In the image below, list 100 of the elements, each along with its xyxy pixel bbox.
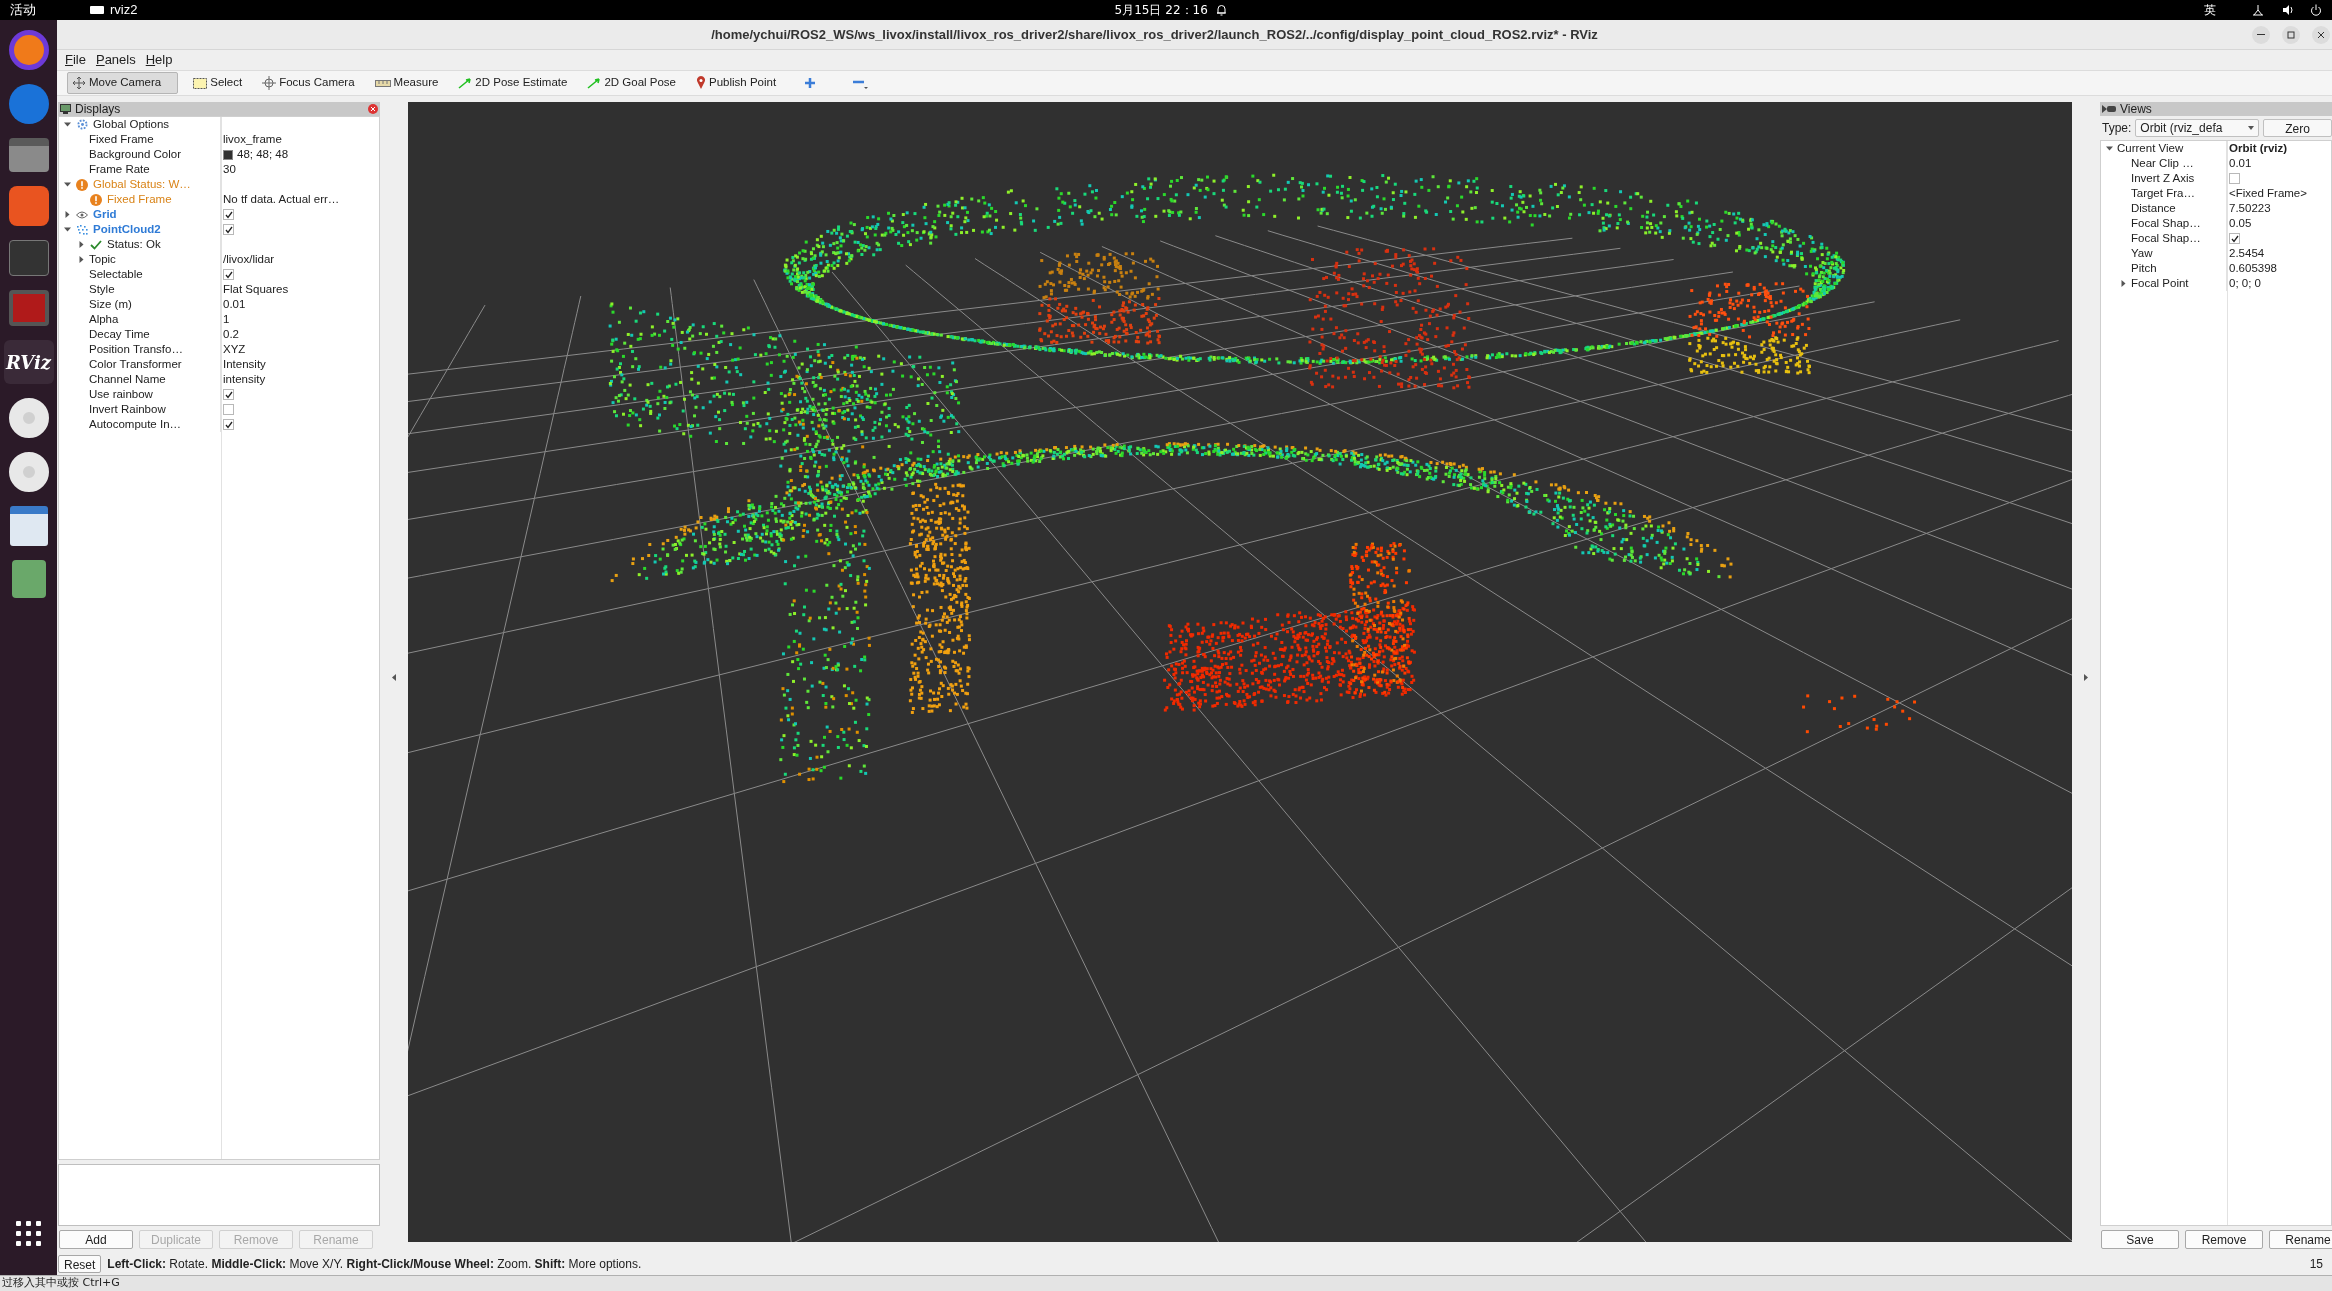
crosshair-icon bbox=[262, 76, 277, 90]
warning-icon bbox=[76, 178, 88, 191]
property-value: Orbit (rviz) bbox=[2229, 140, 2288, 156]
property-value: 0.01 bbox=[2229, 155, 2252, 171]
collapsed-caret-icon[interactable] bbox=[2119, 280, 2127, 287]
network-icon[interactable] bbox=[2252, 4, 2264, 16]
speaker-icon[interactable] bbox=[2282, 4, 2294, 16]
terminal-icon[interactable] bbox=[8, 240, 49, 276]
app-menu[interactable]: rviz2 bbox=[90, 0, 138, 20]
menu-item[interactable]: Help bbox=[145, 50, 173, 70]
collapse-right-icon[interactable] bbox=[2084, 674, 2088, 681]
checkmark-icon bbox=[90, 239, 102, 250]
panel-button[interactable]: Save bbox=[2101, 1230, 2179, 1249]
minimize-icon bbox=[2257, 33, 2265, 36]
selection-rectangle-icon bbox=[193, 77, 208, 89]
maximize-button[interactable] bbox=[2282, 25, 2300, 44]
toolbar-button[interactable]: 2D Pose Estimate bbox=[453, 72, 573, 94]
toolbar-button[interactable]: Focus Camera bbox=[257, 72, 360, 94]
checkbox[interactable] bbox=[2229, 173, 2240, 184]
property-value: livox_frame bbox=[223, 131, 282, 147]
panel-button[interactable]: Rename bbox=[2269, 1230, 2332, 1249]
move-arrows-icon bbox=[72, 76, 86, 90]
fps-readout: 15 bbox=[2309, 1256, 2324, 1273]
document-icon[interactable] bbox=[9, 506, 48, 546]
camera-icon bbox=[2102, 105, 2116, 113]
checkbox[interactable] bbox=[223, 209, 234, 220]
close-icon[interactable] bbox=[368, 104, 378, 114]
ruler-icon bbox=[374, 79, 391, 87]
toolbar-button[interactable]: 2D Goal Pose bbox=[582, 72, 681, 94]
checkbox[interactable] bbox=[223, 419, 234, 430]
app-icon bbox=[90, 6, 104, 14]
panel-button[interactable]: Add bbox=[59, 1230, 133, 1249]
view-type-dropdown[interactable]: Orbit (rviz_defa bbox=[2135, 119, 2260, 137]
type-label: Type: bbox=[2102, 120, 2132, 137]
property-value: 1 bbox=[223, 311, 230, 327]
reset-button[interactable]: Reset bbox=[58, 1255, 102, 1273]
menu-item[interactable]: File bbox=[65, 50, 86, 70]
property-value: 0; 0; 0 bbox=[2229, 275, 2261, 291]
bell-icon bbox=[1215, 4, 1227, 16]
checkbox[interactable] bbox=[223, 224, 234, 235]
close-button[interactable] bbox=[2312, 25, 2330, 44]
toolbar-button[interactable]: Select bbox=[188, 72, 248, 94]
toolbar-button[interactable]: Publish Point bbox=[691, 72, 782, 94]
close-icon bbox=[2317, 30, 2325, 39]
checkbox[interactable] bbox=[223, 404, 234, 415]
checkbox[interactable] bbox=[223, 269, 234, 280]
browser-icon[interactable] bbox=[8, 30, 49, 70]
mail-icon[interactable] bbox=[8, 84, 49, 124]
property-value: intensity bbox=[223, 371, 266, 387]
expanded-caret-icon[interactable] bbox=[63, 181, 71, 188]
expanded-caret-icon[interactable] bbox=[63, 121, 71, 128]
3d-viewport[interactable] bbox=[408, 102, 2072, 1242]
property-value: 7.50223 bbox=[2229, 200, 2271, 216]
collapsed-caret-icon[interactable] bbox=[77, 241, 85, 248]
plus-icon bbox=[804, 77, 817, 89]
app-grid-icon[interactable] bbox=[15, 1221, 42, 1247]
minimize-button[interactable] bbox=[2252, 25, 2270, 44]
property-value: Flat Squares bbox=[223, 281, 289, 297]
property-value: 0.605398 bbox=[2229, 260, 2277, 276]
activities-button[interactable]: 活动 bbox=[10, 0, 90, 20]
gear-icon bbox=[76, 119, 88, 130]
expanded-caret-icon[interactable] bbox=[63, 226, 71, 233]
property-value: XYZ bbox=[223, 341, 246, 357]
toolbar-button[interactable]: Measure bbox=[369, 72, 444, 94]
pose-arrow-icon bbox=[587, 77, 602, 89]
property-value: 0.01 bbox=[223, 296, 246, 312]
property-value: Intensity bbox=[223, 356, 266, 372]
warning-icon bbox=[90, 193, 102, 206]
clock[interactable]: 5月15日 22：16 bbox=[1114, 1, 1208, 19]
property-value: No tf data. Actual err… bbox=[223, 191, 340, 207]
input-method-indicator[interactable]: 英 bbox=[2204, 1, 2216, 19]
property-value: 0.05 bbox=[2229, 215, 2252, 231]
pose-arrow-icon bbox=[458, 77, 473, 89]
checkbox[interactable] bbox=[223, 389, 234, 400]
property-value: 0.2 bbox=[223, 326, 239, 342]
property-value: <Fixed Frame> bbox=[2229, 185, 2307, 201]
toolbar-button[interactable]: Move Camera bbox=[67, 72, 179, 94]
maximize-icon bbox=[2287, 30, 2295, 39]
property-value: 2.5454 bbox=[2229, 245, 2265, 261]
caret-icon bbox=[2248, 126, 2255, 130]
checkbox[interactable] bbox=[2229, 233, 2240, 244]
window-title: /home/ychui/ROS2_WS/ws_livox/install/livox_ros_driver2/share/livox_ros_driver2/launch_ROS2/../config/display_point_cloud_ROS2.rviz* - RViz bbox=[711, 25, 1598, 44]
mouse-hint: Left-Click: Rotate. Middle-Click: Move X/Y. Right-Click/Mouse Wheel: Zoom. Shift: More options. bbox=[107, 1256, 642, 1273]
folder-icon[interactable] bbox=[8, 138, 49, 172]
property-value: 30 bbox=[223, 161, 236, 177]
collapsed-caret-icon[interactable] bbox=[77, 256, 85, 263]
collapsed-caret-icon[interactable] bbox=[63, 211, 71, 218]
monitor-icon bbox=[60, 104, 71, 114]
expanded-caret-icon[interactable] bbox=[2105, 145, 2113, 152]
panel-title: Views bbox=[2120, 101, 2152, 118]
rviz-launcher[interactable]: RViz bbox=[3, 340, 54, 384]
software-store-icon[interactable] bbox=[8, 186, 49, 226]
trash-icon[interactable] bbox=[11, 560, 46, 598]
menu-item[interactable]: Panels bbox=[95, 50, 136, 70]
zero-button[interactable]: Zero bbox=[2263, 119, 2332, 137]
panel-button[interactable]: Remove bbox=[2185, 1230, 2263, 1249]
power-icon[interactable] bbox=[2310, 4, 2322, 16]
collapse-left-icon[interactable] bbox=[392, 674, 396, 681]
eye-icon bbox=[76, 210, 88, 219]
property-value: /livox/lidar bbox=[223, 251, 275, 267]
